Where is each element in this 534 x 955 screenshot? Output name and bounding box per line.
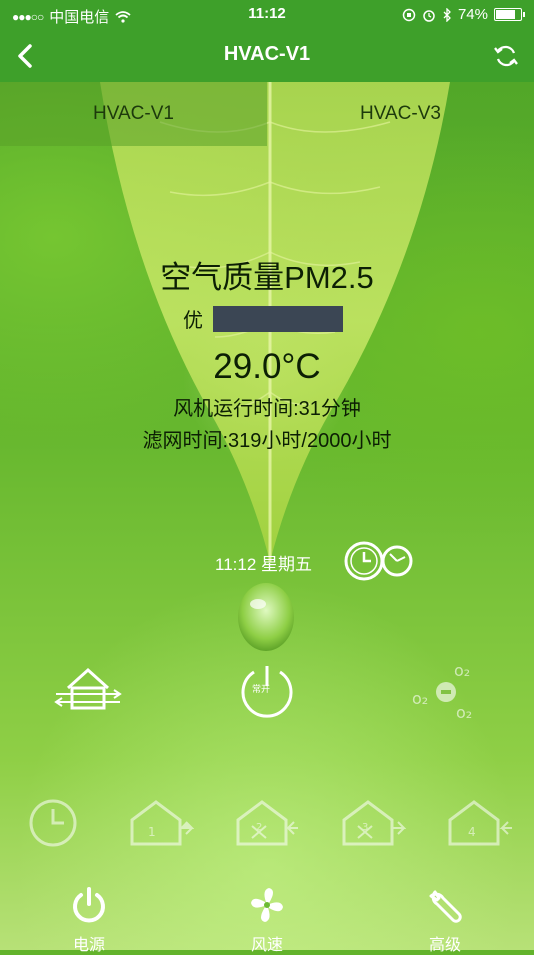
- temperature-value: 29.0°C: [213, 347, 321, 386]
- tab-hvac-v3[interactable]: HVAC-V3: [267, 82, 534, 146]
- power-icon: [73, 887, 105, 923]
- tab-power[interactable]: 电源: [44, 886, 134, 955]
- svg-text:1: 1: [148, 825, 156, 839]
- fan-icon: [251, 888, 283, 922]
- tab-hvac-v1[interactable]: HVAC-V1: [0, 82, 267, 146]
- svg-text:4: 4: [468, 825, 476, 839]
- wrench-icon: [429, 890, 462, 923]
- mode-2-icon[interactable]: 2: [234, 798, 300, 848]
- pm-quality-label: 优: [183, 310, 203, 332]
- mode-1-icon[interactable]: 1: [128, 798, 194, 848]
- alarm-icon: [423, 9, 435, 22]
- filter-time-text: 滤网时间:319小时/2000小时: [142, 430, 392, 452]
- page-title: HVAC-V1: [223, 43, 311, 65]
- tab-power-label: 电源: [72, 937, 105, 954]
- tab-fan-speed-label: 风速: [250, 937, 283, 954]
- pm-quality-bar: [213, 305, 343, 332]
- tab-advanced[interactable]: 高级: [400, 886, 490, 955]
- pm-quality-row: 优: [183, 304, 343, 333]
- normally-open-power-icon[interactable]: 常开: [236, 662, 298, 720]
- mode-4-icon[interactable]: 4: [446, 798, 516, 848]
- normally-open-label: 常开: [252, 683, 270, 695]
- refresh-icon[interactable]: [492, 42, 520, 70]
- oxygen-mode-icon[interactable]: o₂ o₂ o₂: [410, 662, 482, 722]
- svg-text:o₂: o₂: [456, 703, 472, 722]
- bluetooth-icon: [443, 7, 451, 22]
- bottom-tab-bar: 电源 风速 高级: [0, 880, 534, 954]
- ventilation-mode-icon[interactable]: [54, 664, 124, 714]
- date-time-text: 11:12 星期五: [215, 555, 313, 574]
- clock-mode-icon[interactable]: [26, 796, 80, 850]
- mode-row: 1 2 3 4: [0, 796, 534, 856]
- timer-clocks-icon[interactable]: [343, 540, 415, 582]
- mode-3-icon[interactable]: 3: [340, 798, 406, 848]
- svg-text:o₂: o₂: [412, 689, 428, 708]
- status-bar: ●●●○○ 中国电信 11:12 74%: [0, 0, 534, 30]
- battery-icon: [494, 8, 525, 21]
- svg-text:o₂: o₂: [454, 662, 470, 680]
- nav-bar: HVAC-V1: [0, 30, 534, 82]
- battery-percent: 74%: [457, 6, 488, 23]
- tab-fan-speed[interactable]: 风速: [222, 886, 312, 955]
- tab-advanced-label: 高级: [428, 937, 461, 954]
- pm-title: 空气质量PM2.5: [160, 260, 374, 295]
- orientation-lock-icon: [402, 8, 416, 21]
- fan-runtime-text: 风机运行时间:31分钟: [173, 398, 361, 420]
